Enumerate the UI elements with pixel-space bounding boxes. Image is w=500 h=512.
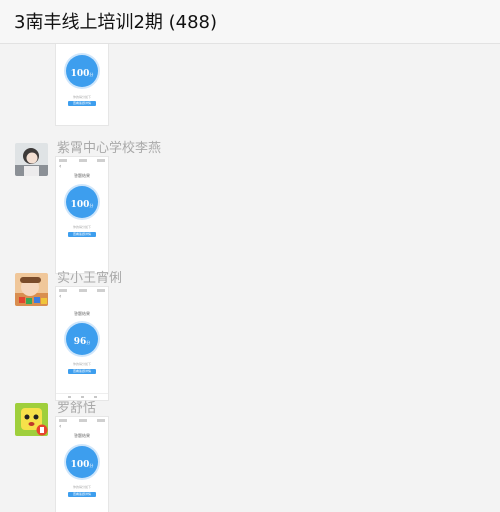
view-details-button: 查看答题详情 [68, 492, 96, 497]
view-details-button: 查看答题详情 [68, 101, 96, 106]
screenshot-page-title: 答题结果 [74, 173, 90, 178]
chat-title: 3南丰线上培训2期 (488) [14, 12, 218, 33]
score-circle: 100分 [66, 186, 98, 218]
score-caption: 你的得分如下 [72, 485, 91, 489]
score-unit: 分 [89, 203, 94, 208]
back-icon: ‹ [59, 423, 62, 430]
chat-header: 3南丰线上培训2期 (488) [0, 0, 500, 44]
screenshot-thumbnail[interactable]: ‹ 答题结果 96分 你的得分如下 查看答题详情 [55, 286, 109, 401]
sender-name: 罗舒恬 [57, 401, 97, 416]
screenshot-thumbnail[interactable]: 100分 你的得分如下 查看答题详情 [55, 44, 109, 126]
score-circle: 100分 [66, 446, 98, 478]
score-circle: 96分 [66, 323, 98, 355]
score-value: 96 [73, 337, 87, 347]
score-value: 100 [70, 200, 90, 210]
score-caption: 你的得分如下 [72, 225, 91, 229]
view-details-button: 查看答题详情 [68, 369, 96, 374]
sender-name: 紫霄中心学校李燕 [57, 141, 162, 156]
cartoon-character-avatar[interactable] [15, 403, 48, 436]
back-icon: ‹ [59, 163, 62, 170]
chat-message-list[interactable]: 100分 你的得分如下 查看答题详情 紫霄中心学校李燕 ‹ 答题结果 100分 … [0, 44, 500, 512]
score-value: 100 [70, 69, 90, 79]
screenshot-thumbnail[interactable]: ‹ 答题结果 100分 你的得分如下 查看答题详情 [55, 156, 109, 274]
score-value: 100 [70, 460, 90, 470]
score-caption: 你的得分如下 [72, 362, 91, 366]
screenshot-page-title: 答题结果 [74, 433, 90, 438]
screenshot-thumbnail[interactable]: ‹ 答题结果 100分 你的得分如下 查看答题详情 [55, 416, 109, 512]
view-details-button: 查看答题详情 [68, 232, 96, 237]
score-unit: 分 [89, 72, 94, 77]
girl-photo-avatar[interactable] [15, 143, 48, 176]
score-circle: 100分 [66, 55, 98, 87]
screenshot-page-title: 答题结果 [74, 311, 90, 316]
child-photo-avatar[interactable] [15, 273, 48, 306]
score-caption: 你的得分如下 [72, 95, 91, 99]
back-icon: ‹ [59, 293, 62, 300]
score-unit: 分 [86, 340, 91, 345]
sender-name: 实小王宵俐 [57, 271, 123, 286]
score-unit: 分 [89, 463, 94, 468]
